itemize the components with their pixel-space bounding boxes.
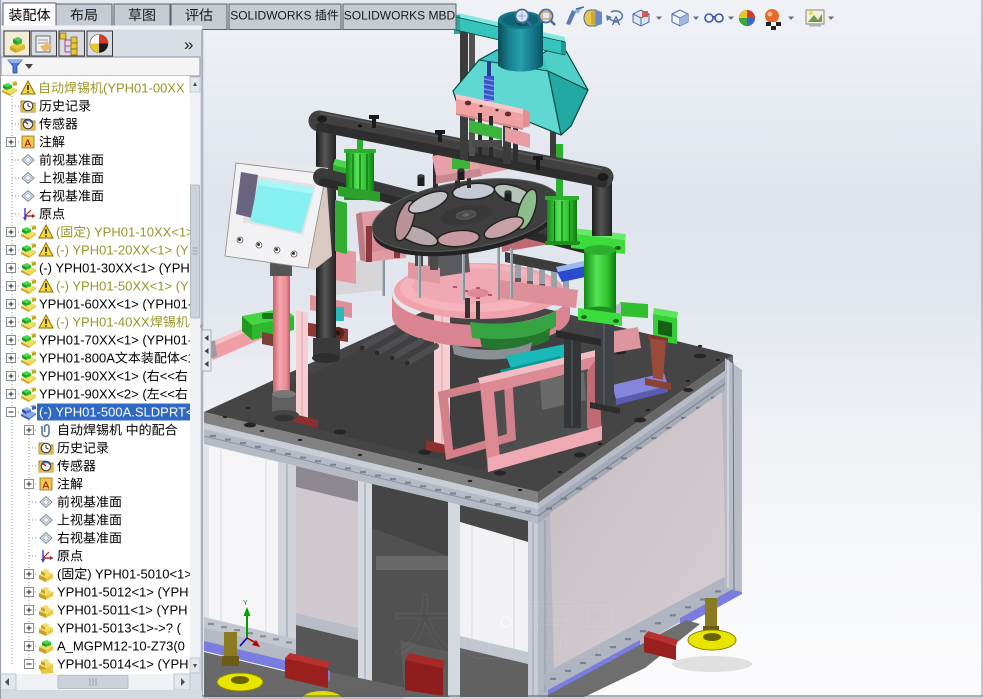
svg-text:YPH01-60XX<1> (YPH01-: YPH01-60XX<1> (YPH01- [39, 297, 192, 312]
svg-text:YPH01-70XX<1> (YPH01-: YPH01-70XX<1> (YPH01- [39, 333, 192, 348]
svg-text:(YPH01-00XX: (YPH01-00XX [103, 81, 185, 96]
svg-text:SOLIDWORKS MBD: SOLIDWORKS MBD [344, 9, 456, 23]
svg-text:(: ( [56, 225, 61, 240]
svg-text:) YPH01-10XX<1>: ) YPH01-10XX<1> [86, 225, 193, 240]
svg-text:YPH01-5014<1> (YPH: YPH01-5014<1> (YPH [57, 657, 189, 672]
svg-text:A_MGPM12-10-Z73(0: A_MGPM12-10-Z73(0 [57, 639, 185, 654]
svg-text:A: A [43, 481, 50, 492]
svg-text:YPH01-90XX<2> (: YPH01-90XX<2> ( [39, 387, 147, 402]
svg-text:YPH01-5013<1>->? (: YPH01-5013<1>->? ( [57, 621, 182, 636]
svg-text:(-) YPH01-40XX: (-) YPH01-40XX [56, 315, 150, 330]
svg-text:<<: << [160, 369, 175, 384]
svg-text:YPH01-800A: YPH01-800A [39, 351, 115, 366]
svg-text:YPH01-5012<1> (YPH: YPH01-5012<1> (YPH [57, 585, 189, 600]
svg-text:YPH01-90XX<1> (: YPH01-90XX<1> ( [39, 369, 147, 384]
svg-text:SOLIDWORKS: SOLIDWORKS [230, 9, 311, 23]
svg-text:»: » [184, 35, 193, 54]
svg-text:<<: << [160, 387, 175, 402]
svg-text:Y: Y [243, 600, 248, 607]
svg-text:(-) YPH01-30XX<1> (YPH: (-) YPH01-30XX<1> (YPH [39, 261, 190, 276]
svg-text:(-) YPH01-50XX<1> (Y: (-) YPH01-50XX<1> (Y [56, 279, 189, 294]
svg-text:(-) YPH01-500A.SLDPRT<: (-) YPH01-500A.SLDPRT< [39, 405, 194, 420]
svg-text:A: A [25, 139, 32, 150]
svg-text:) YPH01-5010<1>: ) YPH01-5010<1> [87, 567, 192, 582]
svg-text:YPH01-5011<1> (YPH: YPH01-5011<1> (YPH [57, 603, 188, 618]
svg-text:(: ( [57, 567, 62, 582]
svg-text:(-) YPH01-20XX<1> (Y: (-) YPH01-20XX<1> (Y [56, 243, 189, 258]
